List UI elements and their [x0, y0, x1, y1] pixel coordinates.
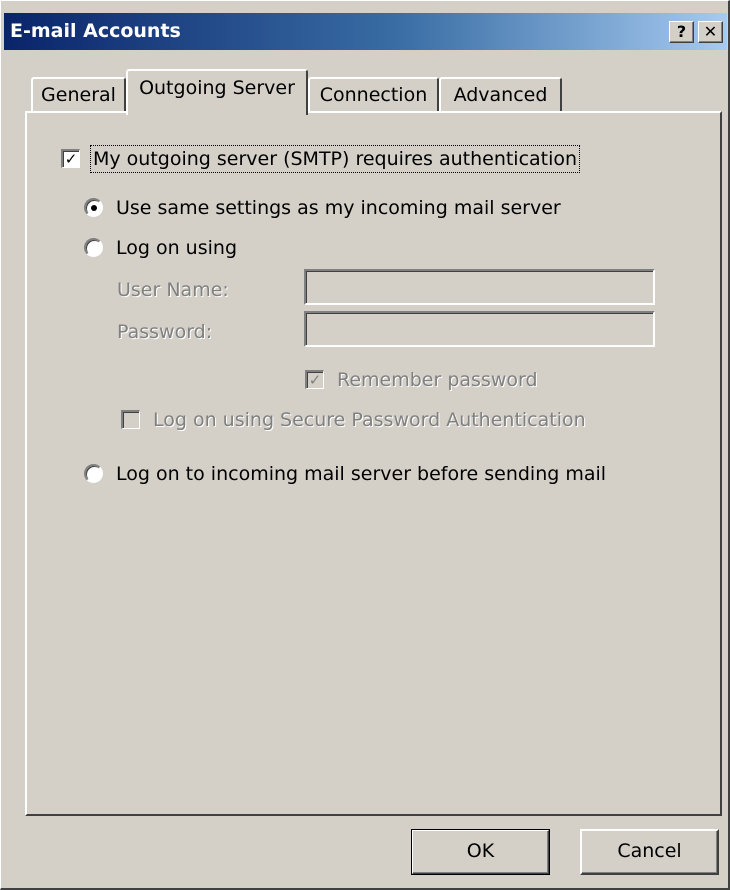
log-on-incoming-radio[interactable] — [84, 464, 103, 483]
window-title: E-mail Accounts — [10, 20, 181, 42]
use-same-settings-label: Use same settings as my incoming mail se… — [116, 197, 561, 219]
spa-label: Log on using Secure Password Authenticat… — [153, 409, 586, 431]
radio-selected-dot — [91, 205, 97, 211]
use-same-settings-radio[interactable] — [84, 198, 103, 217]
check-icon: ✓ — [64, 150, 78, 168]
title-bar[interactable]: E-mail Accounts ? ✕ — [4, 13, 727, 50]
smtp-auth-checkbox[interactable]: ✓ — [61, 149, 80, 168]
tab-outgoing-server[interactable]: Outgoing Server — [126, 69, 308, 115]
check-icon: ✓ — [308, 371, 322, 389]
user-name-label: User Name: — [117, 279, 229, 301]
tab-connection[interactable]: Connection — [308, 77, 439, 113]
spa-checkbox[interactable] — [121, 410, 140, 429]
smtp-auth-label: My outgoing server (SMTP) requires authe… — [89, 145, 581, 173]
tab-general[interactable]: General — [31, 77, 126, 113]
ok-button[interactable]: OK — [411, 829, 550, 875]
outgoing-server-panel: ✓ My outgoing server (SMTP) requires aut… — [25, 111, 722, 816]
log-on-using-radio[interactable] — [84, 238, 103, 257]
tab-advanced[interactable]: Advanced — [439, 77, 562, 113]
cancel-button[interactable]: Cancel — [580, 829, 719, 875]
log-on-using-label: Log on using — [116, 237, 238, 259]
remember-password-label: Remember password — [337, 369, 538, 391]
log-on-incoming-label: Log on to incoming mail server before se… — [116, 463, 607, 485]
help-button[interactable]: ? — [669, 21, 694, 43]
email-accounts-dialog: E-mail Accounts ? ✕ General Outgoing Ser… — [0, 0, 730, 890]
close-button[interactable]: ✕ — [698, 21, 723, 43]
password-label: Password: — [117, 321, 213, 343]
password-field[interactable] — [304, 311, 655, 347]
remember-password-checkbox[interactable]: ✓ — [305, 370, 324, 389]
user-name-field[interactable] — [304, 269, 655, 305]
